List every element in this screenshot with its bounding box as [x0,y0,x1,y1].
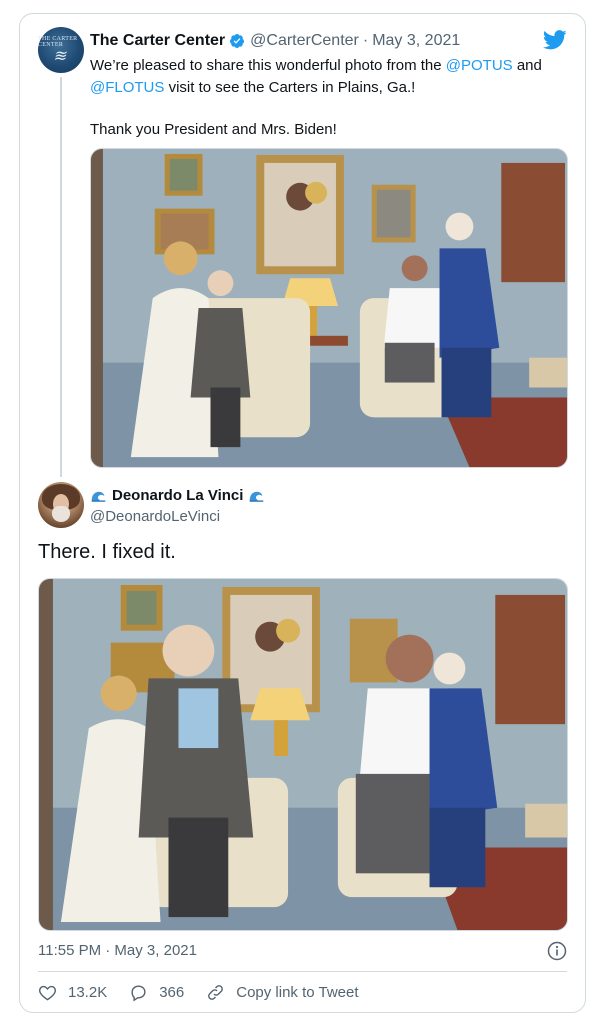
deonardo-avatar[interactable] [38,482,84,528]
info-icon[interactable] [547,941,567,961]
copy-link-label: Copy link to Tweet [236,984,359,1001]
avatar-logo-text: THE CARTER CENTER [38,35,78,48]
reply-to-name[interactable]: The Carter Center [90,32,225,50]
reply-count: 366 [159,984,185,1001]
reply-to-text-part: visit to see the Carters in Plains, Ga.! [164,78,416,96]
room-photo-original [91,149,567,467]
reply-to-text: We’re pleased to share this wonderful ph… [90,55,565,141]
reply-to-text-part: and [512,57,542,74]
twitter-bird-icon[interactable] [543,30,567,50]
tweet-timestamp[interactable]: 11:55 PM · May 3, 2021 [38,942,197,959]
mention-flotus[interactable]: @FLOTUS [90,79,164,96]
reply-to-text-part: We’re pleased to share this wonderful ph… [90,57,446,74]
thread-line [60,77,62,477]
author-name[interactable]: Deonardo La Vinci [112,487,243,504]
room-photo-edited [39,579,567,930]
action-bar: 13.2K 366 Copy link to Tweet [38,983,381,1002]
reply-to-thanks: Thank you President and Mrs. Biden! [90,121,337,138]
like-button[interactable]: 13.2K [38,983,107,1002]
mention-potus[interactable]: @POTUS [446,57,513,74]
avatar-beard [52,506,70,522]
copy-link-button[interactable]: Copy link to Tweet [206,983,359,1002]
separator-dot: · [362,32,369,49]
wave-emoji-icon [250,491,264,502]
wave-emoji-icon [91,491,106,502]
carter-center-avatar[interactable]: THE CARTER CENTER ≋ [38,27,84,73]
tweet-card: THE CARTER CENTER ≋ The Carter Center @C… [19,13,586,1013]
author-handle[interactable]: @DeonardoLeVinci [90,508,220,525]
reply-to-handle[interactable]: @CarterCenter [250,32,359,50]
reply-to-header: The Carter Center @CarterCenter · May 3,… [90,32,460,50]
reply-to-photo[interactable] [90,148,568,468]
reply-button[interactable]: 366 [129,983,184,1002]
reply-to-date[interactable]: May 3, 2021 [372,32,460,50]
link-icon [208,985,224,1000]
verified-badge-icon [230,34,245,48]
tweet-photo[interactable] [38,578,568,931]
divider [38,971,567,972]
like-count: 13.2K [68,984,108,1001]
author-name-row[interactable]: Deonardo La Vinci [90,487,265,504]
avatar-logo-mark: ≋ [52,47,70,65]
heart-icon [39,985,56,1001]
reply-bubble-icon [131,985,146,1002]
tweet-text: There. I fixed it. [38,541,176,563]
